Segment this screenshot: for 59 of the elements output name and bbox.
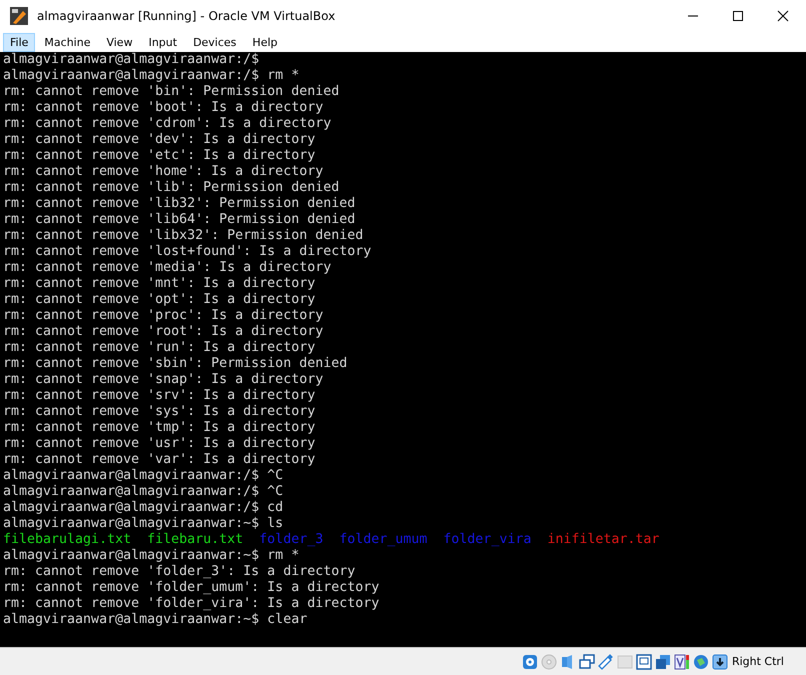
terminal-line: almagviraanwar@almagviraanwar:~$ clear (3, 612, 308, 628)
close-icon[interactable] (777, 10, 789, 22)
terminal-line: rm: cannot remove 'snap': Is a directory (3, 372, 324, 388)
terminal-line: rm: cannot remove 'run': Is a directory (3, 340, 316, 356)
terminal-line: rm: cannot remove 'libx32': Permission denied (3, 228, 364, 244)
window-title: almagviraanwar [Running] - Oracle VM VirtualBox (37, 9, 336, 23)
host-key-label: Right Ctrl (732, 655, 784, 668)
display-icon[interactable] (636, 654, 652, 670)
terminal-line: rm: cannot remove 'home': Is a directory (3, 164, 324, 180)
terminal-line: rm: cannot remove 'sbin': Permission denied (3, 356, 348, 372)
globe-icon[interactable] (692, 654, 709, 670)
file-entry: folder_umum (339, 532, 428, 548)
file-entry: folder_vira (443, 532, 532, 548)
terminal-line: almagviraanwar@almagviraanwar:~$ rm * (3, 548, 300, 564)
terminal-line: rm: cannot remove 'mnt': Is a directory (3, 276, 316, 292)
terminal-line: rm: cannot remove 'etc': Is a directory (3, 148, 316, 164)
terminal-line: rm: cannot remove 'proc': Is a directory (3, 308, 324, 324)
terminal-line: rm: cannot remove 'sys': Is a directory (3, 404, 316, 420)
terminal-line: rm: cannot remove 'lib64': Permission denied (3, 212, 356, 228)
terminal-line: almagviraanwar@almagviraanwar:/$ rm * (3, 68, 300, 84)
menu-item[interactable]: File (3, 32, 36, 52)
menu-item[interactable]: Devices (186, 32, 244, 52)
network-icon[interactable] (578, 654, 595, 670)
terminal-line: rm: cannot remove 'tmp': Is a directory (3, 420, 316, 436)
cpu-activity-icon[interactable] (674, 654, 690, 670)
terminal-line: rm: cannot remove 'var': Is a directory (3, 452, 316, 468)
windows-icon[interactable] (654, 654, 671, 670)
terminal-line: rm: cannot remove 'folder_umum': Is a directory (3, 580, 380, 596)
terminal-line: rm: cannot remove 'media': Is a directory (3, 260, 332, 276)
file-entry: filebaru.txt (147, 532, 244, 548)
file-entry: inifiletar.tar (547, 532, 660, 548)
terminal-line: almagviraanwar@almagviraanwar:~$ ls (3, 516, 284, 532)
terminal-line: rm: cannot remove 'dev': Is a directory (3, 132, 316, 148)
terminal-line: rm: cannot remove 'srv': Is a directory (3, 388, 316, 404)
menu-item[interactable]: Help (245, 32, 284, 52)
app-icon (9, 6, 29, 26)
file-entry: folder_3 (259, 532, 324, 548)
terminal-line: rm: cannot remove 'folder_3': Is a directory (3, 564, 356, 580)
menu-item[interactable]: Input (142, 32, 184, 52)
terminal-line: rm: cannot remove 'usr': Is a directory (3, 436, 316, 452)
terminal-line: rm: cannot remove 'lib32': Permission denied (3, 196, 356, 212)
terminal-line: rm: cannot remove 'folder_vira': Is a directory (3, 596, 380, 612)
terminal-line: rm: cannot remove 'opt': Is a directory (3, 292, 316, 308)
terminal-line: rm: cannot remove 'lib': Permission denied (3, 180, 340, 196)
terminal-line: almagviraanwar@almagviraanwar:/$ ^C (3, 468, 284, 484)
file-entry: filebarulagi.txt (3, 532, 132, 548)
menu-item[interactable]: View (99, 32, 140, 52)
terminal-line: rm: cannot remove 'bin': Permission denied (3, 84, 340, 100)
usb-icon[interactable] (598, 654, 614, 670)
terminal-line: rm: cannot remove 'lost+found': Is a directory (3, 244, 372, 260)
terminal-line: rm: cannot remove 'cdrom': Is a directory (3, 116, 332, 132)
arrow-down-icon[interactable] (712, 654, 728, 670)
terminal-line: rm: cannot remove 'root': Is a directory (3, 324, 324, 340)
terminal-line: almagviraanwar@almagviraanwar:/$ (3, 52, 260, 68)
terminal-line: rm: cannot remove 'boot': Is a directory (3, 100, 324, 116)
maximize-icon[interactable] (732, 10, 744, 22)
terminal-line: almagviraanwar@almagviraanwar:/$ cd (3, 500, 284, 516)
terminal-line: almagviraanwar@almagviraanwar:/$ ^C (3, 484, 284, 500)
menu-item[interactable]: Machine (37, 32, 98, 52)
